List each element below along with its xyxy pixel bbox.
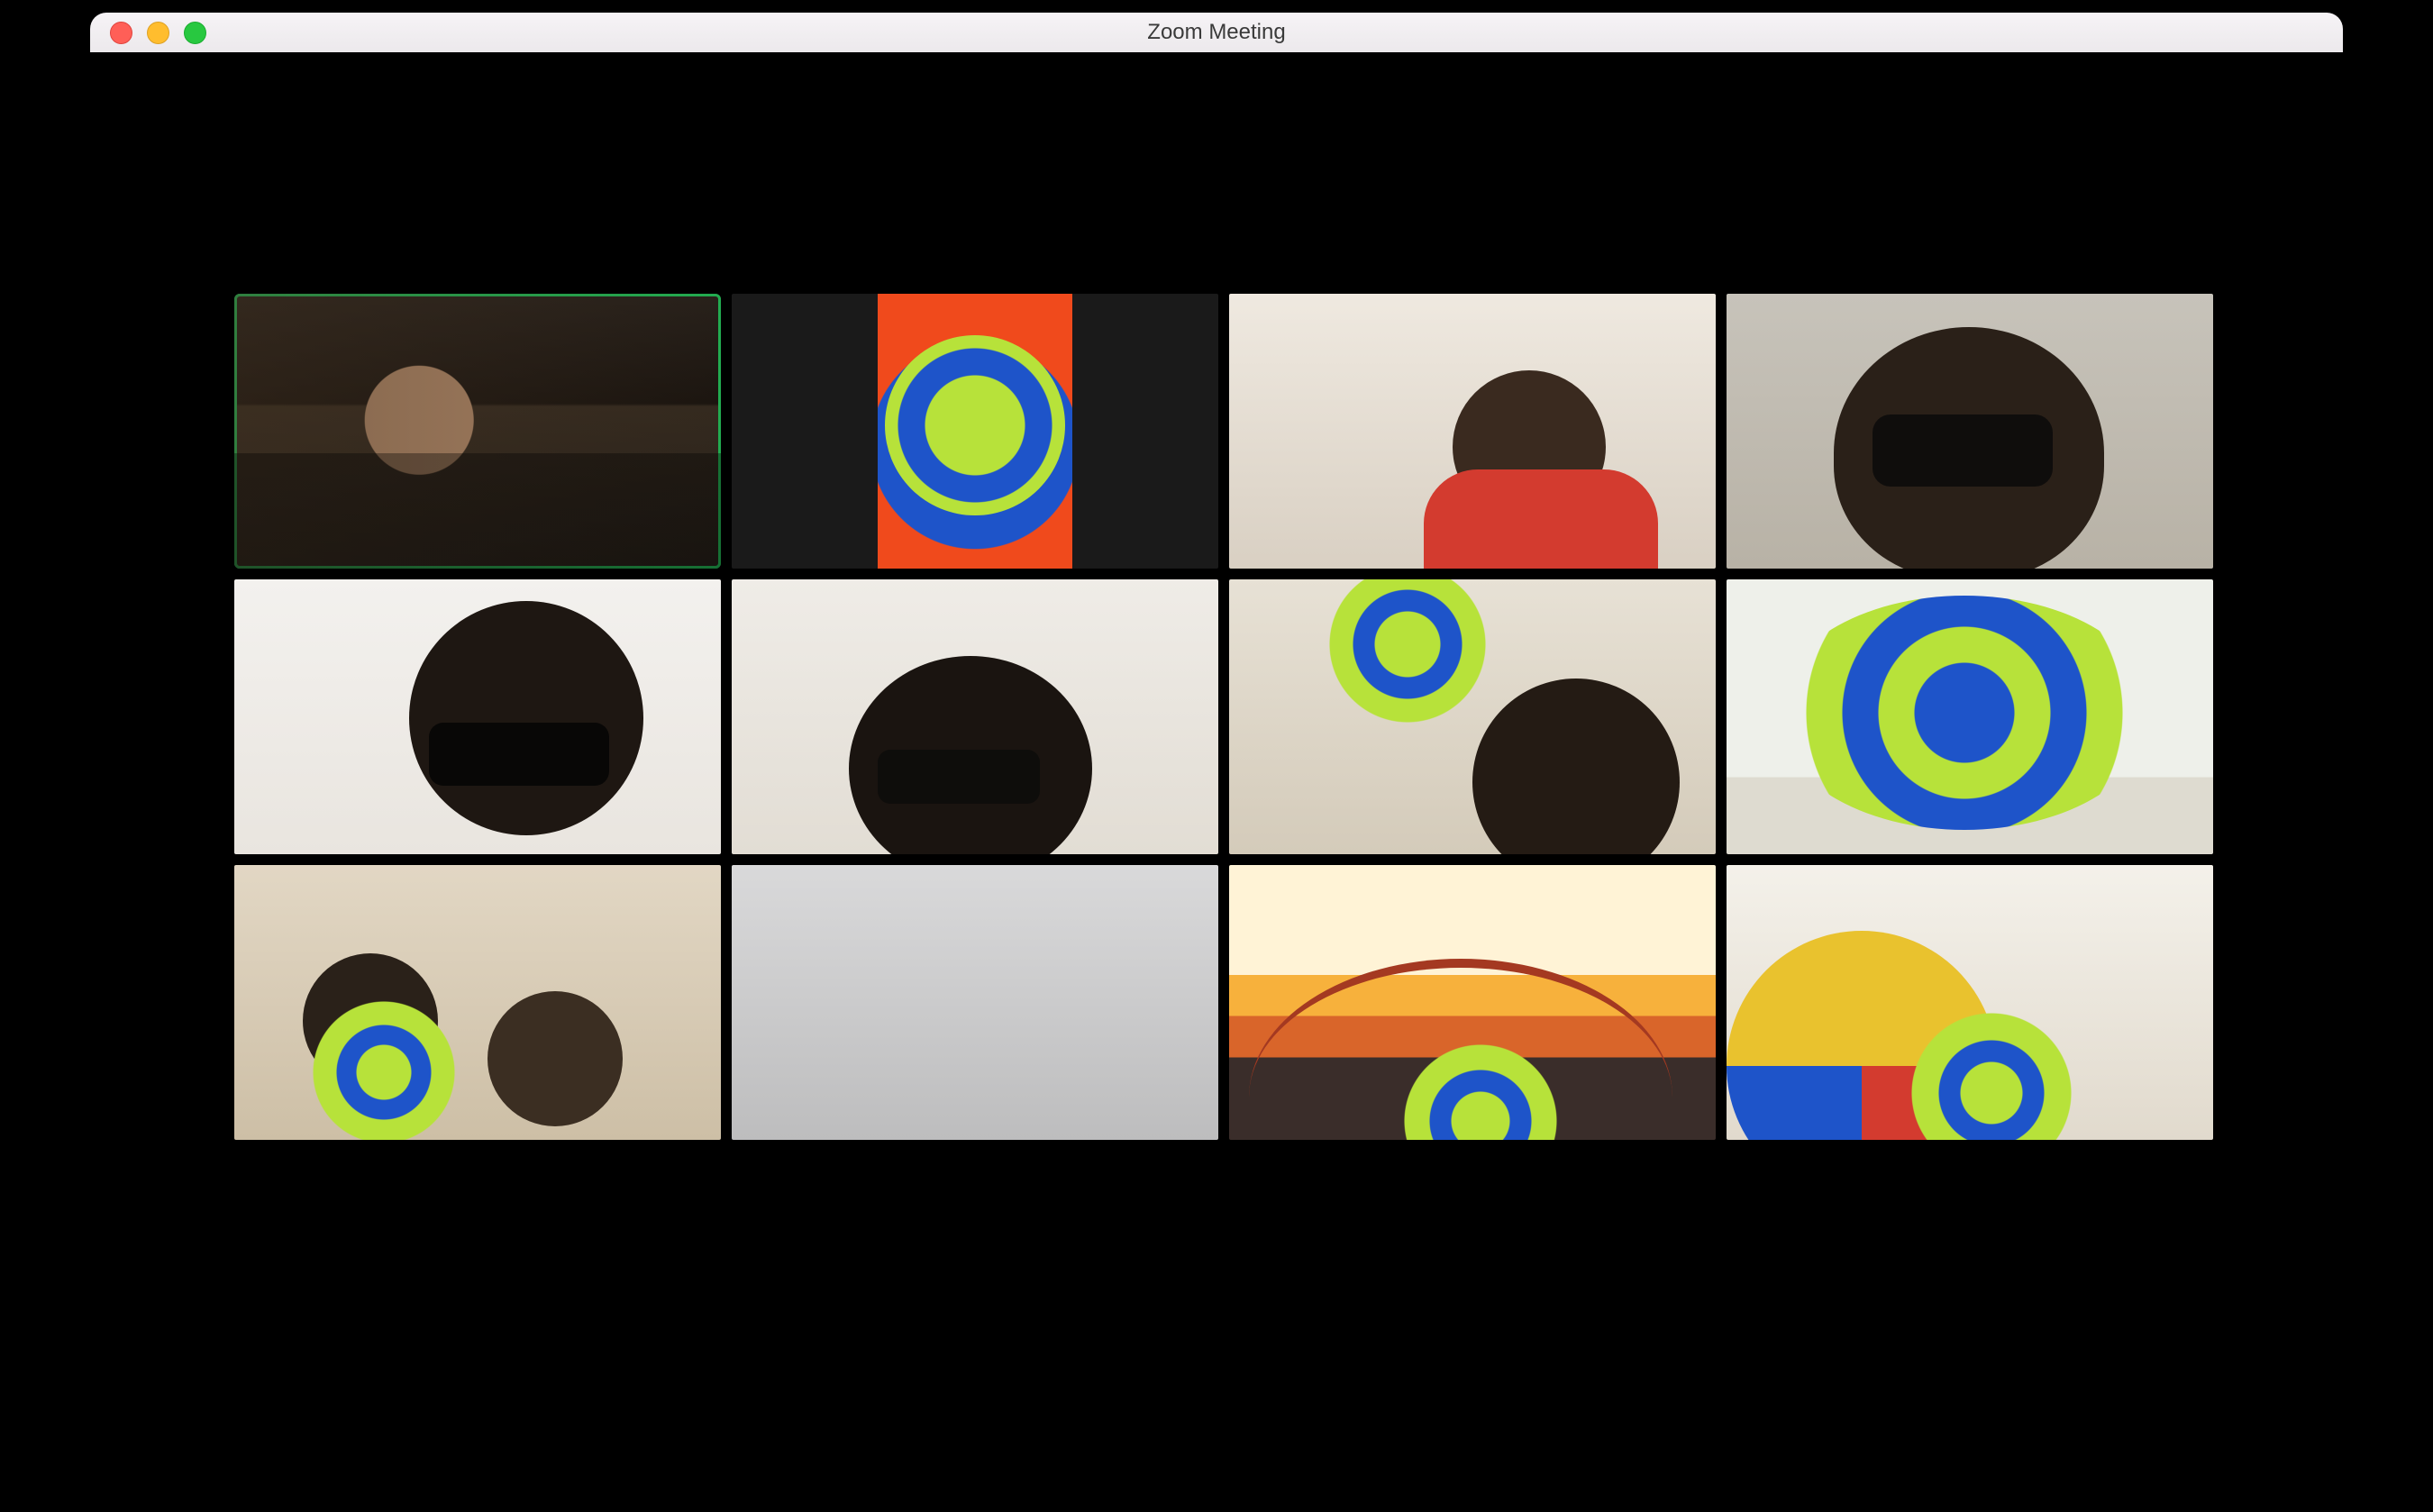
video-tile[interactable] xyxy=(234,865,721,1140)
close-window-button[interactable] xyxy=(110,22,132,44)
desktop-background: Zoom Meeting xyxy=(0,0,2433,1512)
window-titlebar[interactable]: Zoom Meeting xyxy=(90,13,2343,53)
video-tile[interactable] xyxy=(1727,294,2213,569)
craft-prop-icon xyxy=(1901,1003,2082,1141)
fullscreen-window-button[interactable] xyxy=(184,22,206,44)
video-tile[interactable] xyxy=(1229,579,1716,854)
craft-prop-icon xyxy=(1395,1035,1566,1140)
video-tile[interactable] xyxy=(1727,579,2213,854)
video-tile[interactable] xyxy=(732,865,1218,1140)
video-tile[interactable] xyxy=(1229,294,1716,569)
video-tile[interactable] xyxy=(1727,865,2213,1140)
craft-prop-icon xyxy=(303,991,465,1140)
meeting-area xyxy=(90,52,2343,1498)
video-tile[interactable] xyxy=(1229,865,1716,1140)
video-tile[interactable] xyxy=(732,579,1218,854)
video-tile[interactable] xyxy=(234,294,721,569)
zoom-meeting-window: Zoom Meeting xyxy=(90,13,2343,1498)
video-tile[interactable] xyxy=(234,579,721,854)
video-tile[interactable] xyxy=(732,294,1218,569)
window-title: Zoom Meeting xyxy=(90,20,2343,45)
gallery-view-grid xyxy=(234,294,2199,1140)
window-controls xyxy=(110,22,206,44)
minimize-window-button[interactable] xyxy=(147,22,169,44)
